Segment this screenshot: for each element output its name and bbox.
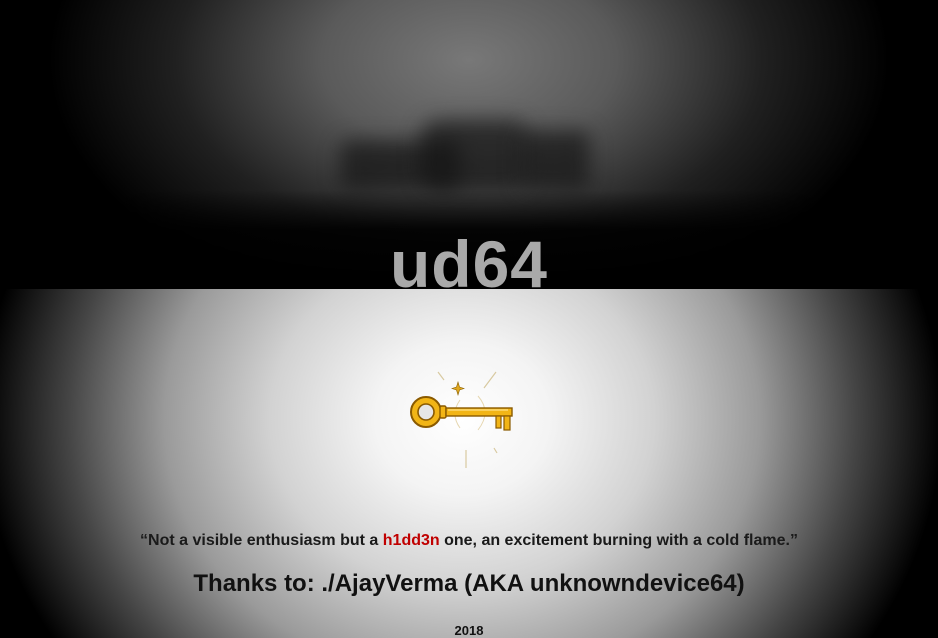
page: ud64 “Not a visible enthusiasm but a h1d… [0,0,938,638]
quote-highlight: h1dd3n [382,532,440,549]
golden-key-icon [398,366,528,476]
quote-open-mark: “ [140,532,149,549]
quote-before: Not a visible enthusiasm but a [148,532,383,549]
quote-after: one, an excitement burning with a cold f… [439,532,790,549]
quote-close-mark: ” [789,532,798,549]
banner-silhouette [420,120,530,190]
footer-year: 2018 [454,623,484,638]
credits-text: Thanks to: ./AjayVerma (AKA unknowndevic… [193,570,745,597]
brand-title: ud64 [389,227,549,301]
quote-text: “Not a visible enthusiasm but a h1dd3n o… [0,532,938,550]
banner-silhouette [520,130,590,190]
